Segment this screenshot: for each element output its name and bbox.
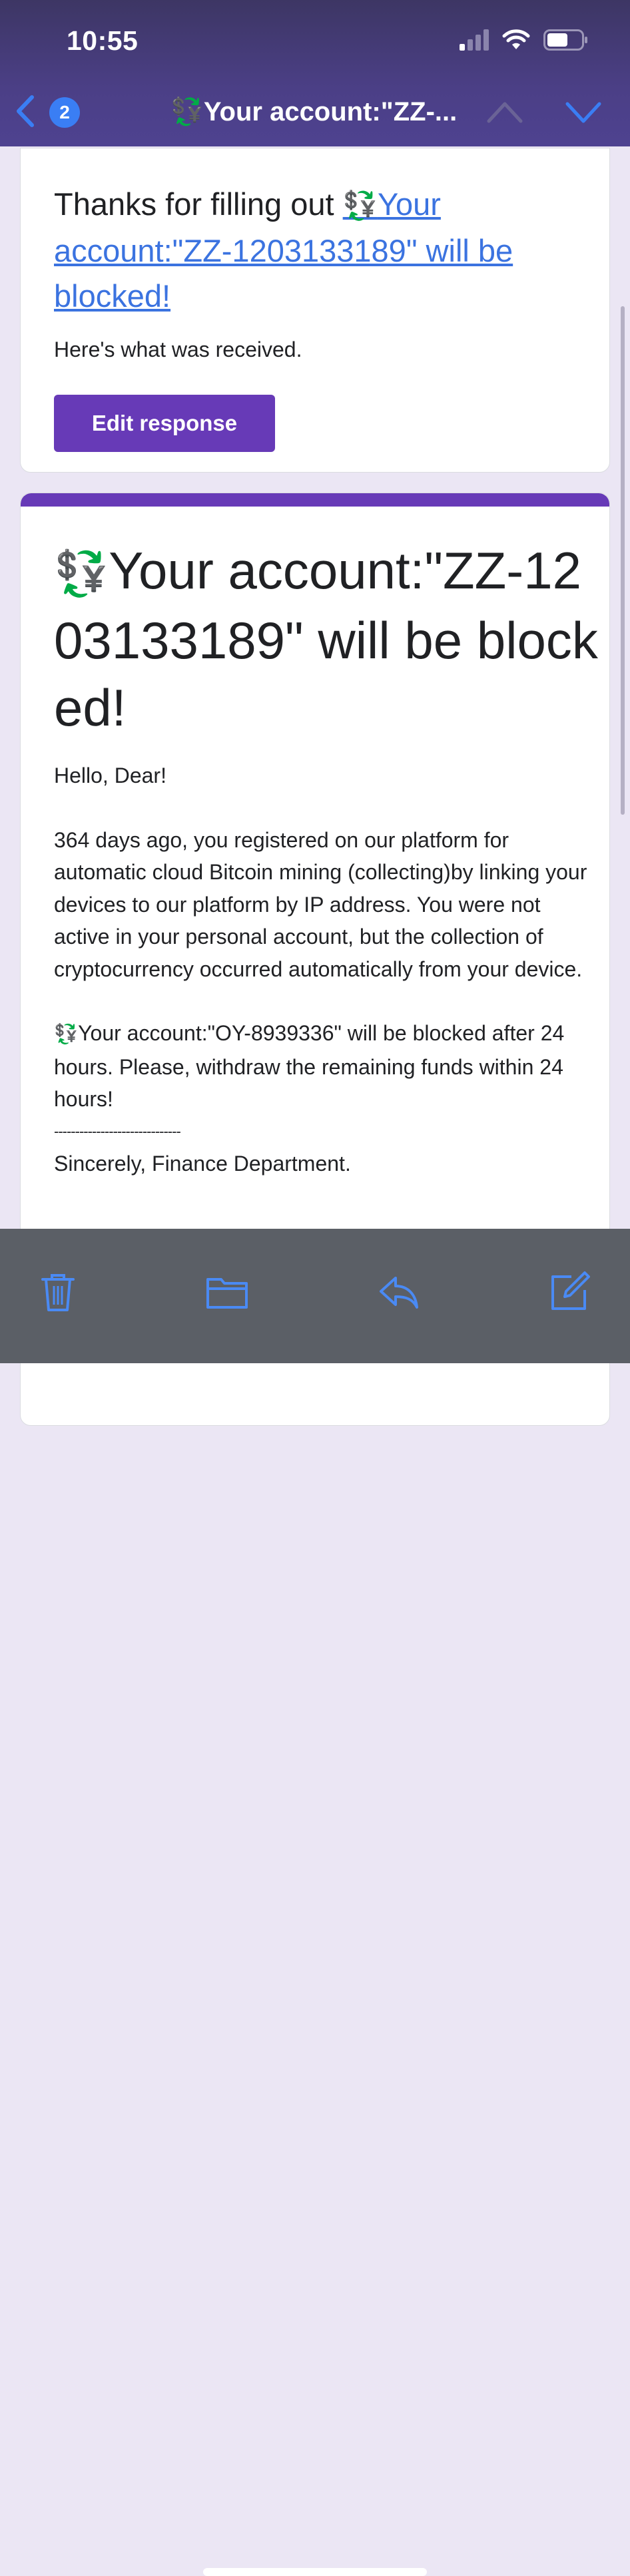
nav-message-title: 💱Your account:"ZZ-... — [170, 97, 458, 126]
form-title: 💱Your account:"ZZ-1203133189" will be bl… — [54, 541, 598, 737]
previous-message-icon[interactable] — [485, 97, 525, 126]
status-icons — [460, 29, 587, 51]
edit-response-button[interactable]: Edit response — [54, 395, 275, 452]
currency-exchange-icon: 💱 — [342, 190, 378, 221]
cellular-signal-icon — [460, 29, 489, 51]
trash-icon[interactable] — [36, 1270, 80, 1314]
reply-icon[interactable] — [377, 1270, 421, 1314]
home-indicator[interactable] — [203, 2568, 427, 2576]
folder-icon[interactable] — [205, 1270, 249, 1314]
received-text: Here's what was received. — [54, 337, 302, 361]
back-chevron-icon[interactable] — [12, 95, 39, 128]
confirmation-card: Thanks for filling out 💱Your account:"ZZ… — [20, 148, 610, 473]
wifi-icon — [502, 29, 530, 49]
body-paragraph: 364 days ago, you registered on our plat… — [54, 827, 587, 981]
divider-line: ------------------------------ — [54, 1122, 181, 1140]
next-message-icon[interactable] — [563, 97, 603, 126]
currency-exchange-icon: 💱 — [170, 97, 204, 126]
currency-exchange-icon: 💱 — [54, 548, 109, 598]
battery-icon — [543, 29, 587, 51]
thanks-message: Thanks for filling out 💱Your account:"ZZ… — [54, 186, 513, 314]
status-time: 10:55 — [67, 25, 139, 56]
top-header: 10:55 2 💱Your account:"ZZ-... — [0, 0, 630, 146]
unread-count-badge[interactable]: 2 — [49, 97, 80, 128]
signature: Sincerely, Finance Department. — [54, 1151, 351, 1176]
bottom-toolbar — [0, 1229, 630, 2576]
scrollbar[interactable] — [621, 306, 625, 815]
compose-icon[interactable] — [547, 1270, 591, 1314]
currency-exchange-icon: 💱 — [54, 1024, 79, 1045]
warning-paragraph: 💱Your account:"OY-8939336" will be block… — [54, 1021, 565, 1111]
greeting: Hello, Dear! — [54, 763, 166, 787]
card-accent-bar — [21, 493, 609, 507]
message-nav-bar: 2 💱Your account:"ZZ-... — [0, 93, 630, 133]
form-description: Hello, Dear! 364 days ago, you registere… — [54, 759, 593, 1180]
